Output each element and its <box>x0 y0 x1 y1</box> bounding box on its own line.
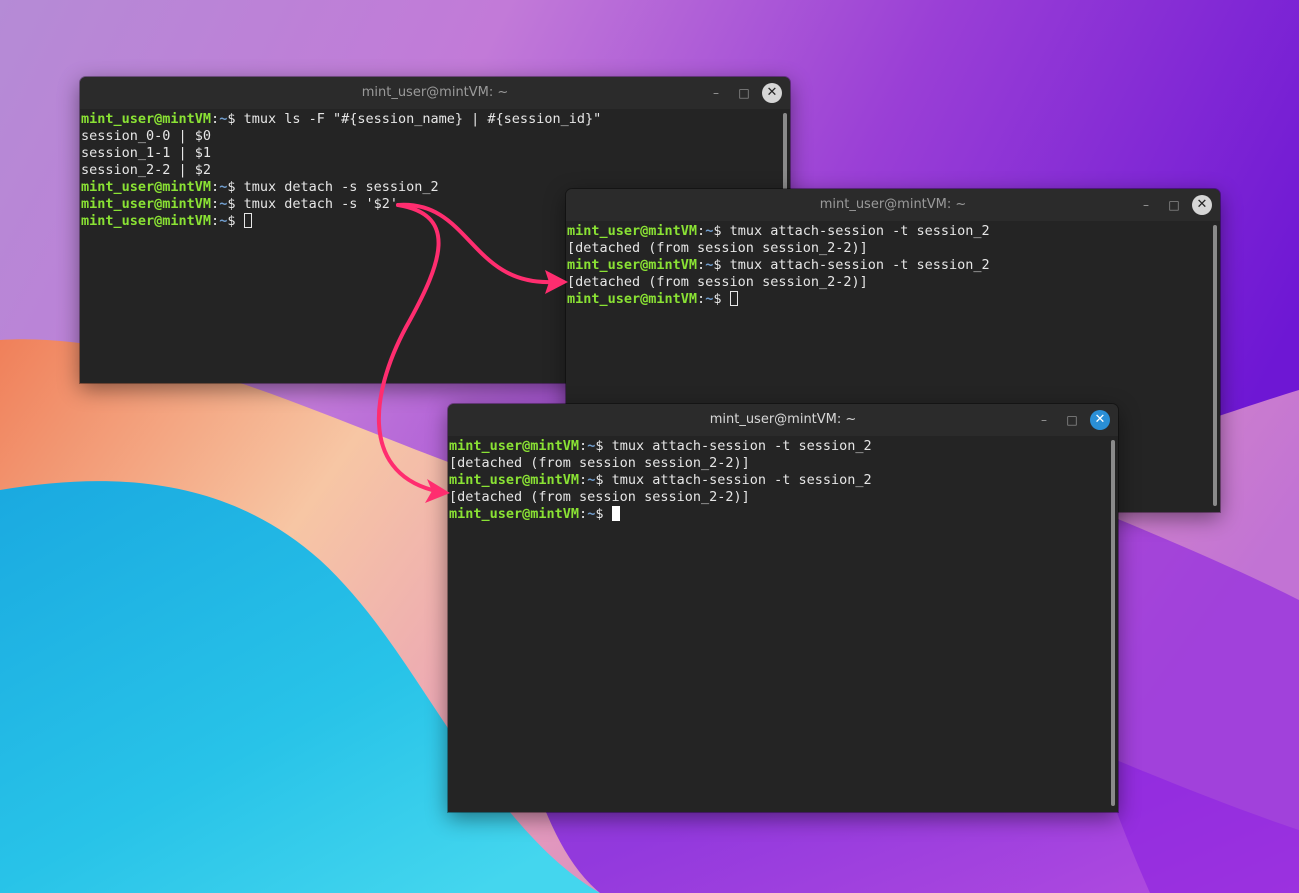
prompt-user: mint_user@mintVM <box>567 291 698 307</box>
command-text: tmux attach-session -t session_2 <box>729 223 990 239</box>
prompt-separator: : <box>579 472 588 488</box>
output-line: [detached (from session session_2-2)] <box>449 489 1106 506</box>
text-cursor <box>243 213 252 228</box>
output-line: session_2-2 | $2 <box>81 162 778 179</box>
prompt-user: mint_user@mintVM <box>81 196 212 212</box>
prompt-line: mint_user@mintVM:~$ <box>567 291 1208 308</box>
command-text: tmux attach-session -t session_2 <box>611 438 872 454</box>
command-text: tmux attach-session -t session_2 <box>729 257 990 273</box>
output-text: [detached (from session session_2-2)] <box>449 455 750 471</box>
prompt-line: mint_user@mintVM:~$ tmux attach-session … <box>449 438 1106 455</box>
text-cursor <box>611 506 620 521</box>
prompt-separator: : <box>579 438 588 454</box>
prompt-dollar: $ <box>227 213 244 229</box>
command-text: tmux attach-session -t session_2 <box>611 472 872 488</box>
prompt-separator: : <box>697 291 706 307</box>
prompt-dollar: $ <box>713 257 730 273</box>
prompt-user: mint_user@mintVM <box>81 111 212 127</box>
minimize-button[interactable]: – <box>1136 195 1156 215</box>
output-line: [detached (from session session_2-2)] <box>567 274 1208 291</box>
output-line: [detached (from session session_2-2)] <box>567 240 1208 257</box>
prompt-line: mint_user@mintVM:~$ tmux attach-session … <box>567 257 1208 274</box>
output-text: [detached (from session session_2-2)] <box>567 274 868 290</box>
prompt-separator: : <box>211 196 220 212</box>
prompt-line: mint_user@mintVM:~$ <box>449 506 1106 523</box>
prompt-dollar: $ <box>227 196 244 212</box>
close-button[interactable]: ✕ <box>762 83 782 103</box>
prompt-separator: : <box>697 223 706 239</box>
prompt-user: mint_user@mintVM <box>567 223 698 239</box>
maximize-button[interactable]: □ <box>1164 195 1184 215</box>
prompt-user: mint_user@mintVM <box>81 213 212 229</box>
prompt-user: mint_user@mintVM <box>567 257 698 273</box>
output-text: session_0-0 | $0 <box>81 128 212 144</box>
prompt-line: mint_user@mintVM:~$ tmux attach-session … <box>449 472 1106 489</box>
prompt-separator: : <box>211 179 220 195</box>
prompt-line: mint_user@mintVM:~$ tmux attach-session … <box>567 223 1208 240</box>
output-text: session_1-1 | $1 <box>81 145 212 161</box>
close-button[interactable]: ✕ <box>1192 195 1212 215</box>
output-line: session_1-1 | $1 <box>81 145 778 162</box>
prompt-separator: : <box>697 257 706 273</box>
prompt-user: mint_user@mintVM <box>449 506 580 522</box>
window-titlebar[interactable]: mint_user@mintVM: ~ – □ ✕ <box>80 77 790 109</box>
window-title: mint_user@mintVM: ~ <box>709 412 857 427</box>
prompt-dollar: $ <box>713 291 730 307</box>
prompt-dollar: $ <box>227 179 244 195</box>
output-line: session_0-0 | $0 <box>81 128 778 145</box>
minimize-button[interactable]: – <box>1034 410 1054 430</box>
command-text: tmux ls -F "#{session_name} | #{session_… <box>243 111 602 127</box>
maximize-button[interactable]: □ <box>1062 410 1082 430</box>
prompt-user: mint_user@mintVM <box>449 438 580 454</box>
window-title: mint_user@mintVM: ~ <box>819 197 967 212</box>
minimize-button[interactable]: – <box>706 83 726 103</box>
window-title: mint_user@mintVM: ~ <box>361 85 509 100</box>
prompt-line: mint_user@mintVM:~$ tmux ls -F "#{sessio… <box>81 111 778 128</box>
close-button[interactable]: ✕ <box>1090 410 1110 430</box>
output-line: [detached (from session session_2-2)] <box>449 455 1106 472</box>
prompt-user: mint_user@mintVM <box>81 179 212 195</box>
text-cursor <box>729 291 738 306</box>
scrollbar[interactable] <box>1111 440 1115 806</box>
window-titlebar[interactable]: mint_user@mintVM: ~ – □ ✕ <box>448 404 1118 436</box>
prompt-user: mint_user@mintVM <box>449 472 580 488</box>
prompt-separator: : <box>211 111 220 127</box>
prompt-dollar: $ <box>713 223 730 239</box>
window-titlebar[interactable]: mint_user@mintVM: ~ – □ ✕ <box>566 189 1220 221</box>
prompt-dollar: $ <box>227 111 244 127</box>
command-text: tmux detach -s session_2 <box>243 179 439 195</box>
prompt-separator: : <box>579 506 588 522</box>
output-text: [detached (from session session_2-2)] <box>567 240 868 256</box>
output-text: session_2-2 | $2 <box>81 162 212 178</box>
output-text: [detached (from session session_2-2)] <box>449 489 750 505</box>
maximize-button[interactable]: □ <box>734 83 754 103</box>
prompt-separator: : <box>211 213 220 229</box>
prompt-dollar: $ <box>595 472 612 488</box>
terminal-window-3[interactable]: mint_user@mintVM: ~ – □ ✕ mint_user@mint… <box>448 404 1118 812</box>
terminal-output[interactable]: mint_user@mintVM:~$ tmux attach-session … <box>448 436 1106 812</box>
prompt-dollar: $ <box>595 506 612 522</box>
scrollbar[interactable] <box>1213 225 1217 506</box>
command-text: tmux detach -s '$2' <box>243 196 399 212</box>
prompt-dollar: $ <box>595 438 612 454</box>
